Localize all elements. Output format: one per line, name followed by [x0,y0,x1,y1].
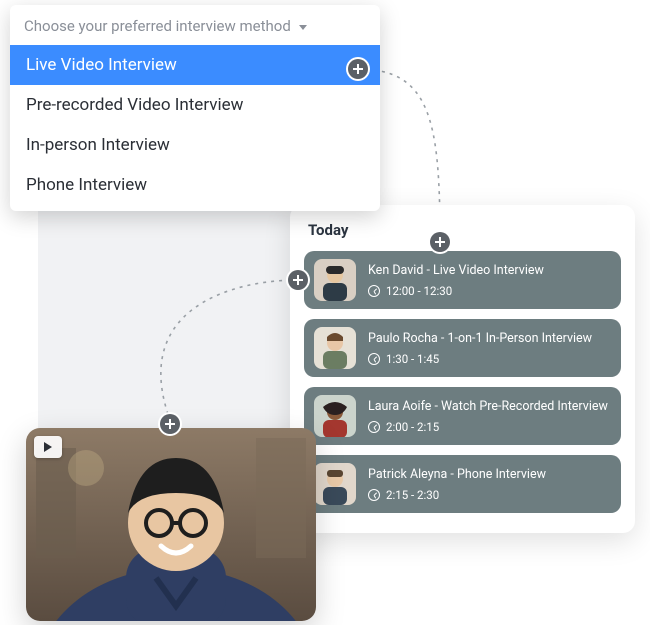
schedule-row-time: 12:00 - 12:30 [386,284,452,298]
schedule-row[interactable]: Laura Aoife - Watch Pre-Recorded Intervi… [304,387,621,445]
schedule-row-title: Laura Aoife - Watch Pre-Recorded Intervi… [368,399,608,414]
video-thumbnail [26,428,316,621]
play-icon [34,436,62,458]
interview-method-dropdown[interactable]: Choose your preferred interview method L… [10,5,380,211]
plus-node-icon [430,232,450,252]
clock-icon [368,353,380,365]
avatar [314,463,356,505]
schedule-heading: Today [308,221,617,239]
schedule-row[interactable]: Ken David - Live Video Interview 12:00 -… [304,251,621,309]
plus-node-icon [160,414,180,434]
chevron-down-icon [299,25,307,30]
schedule-card: Today Ken David - Live Video Interview 1… [290,205,635,533]
clock-icon [368,489,380,501]
schedule-row[interactable]: Paulo Rocha - 1-on-1 In-Person Interview… [304,319,621,377]
dropdown-placeholder: Choose your preferred interview method [24,17,291,35]
avatar [314,327,356,369]
avatar [314,259,356,301]
dropdown-item-label: Phone Interview [26,175,147,195]
dropdown-item-live-video[interactable]: Live Video Interview [10,45,380,85]
schedule-row-title: Ken David - Live Video Interview [368,263,544,278]
schedule-row-time: 2:00 - 2:15 [386,420,439,434]
dropdown-item-label: In-person Interview [26,135,170,155]
schedule-row-title: Patrick Aleyna - Phone Interview [368,467,546,482]
dropdown-item-phone[interactable]: Phone Interview [10,165,380,205]
dropdown-item-pre-recorded[interactable]: Pre-recorded Video Interview [10,85,380,125]
dropdown-toggle[interactable]: Choose your preferred interview method [10,5,380,45]
schedule-row-title: Paulo Rocha - 1-on-1 In-Person Interview [368,331,592,346]
clock-icon [368,421,380,433]
schedule-row-time: 1:30 - 1:45 [386,352,439,366]
schedule-row-time: 2:15 - 2:30 [386,488,439,502]
dropdown-item-label: Live Video Interview [26,55,177,75]
dropdown-item-label: Pre-recorded Video Interview [26,95,243,115]
schedule-row[interactable]: Patrick Aleyna - Phone Interview 2:15 - … [304,455,621,513]
clock-icon [368,285,380,297]
dropdown-item-in-person[interactable]: In-person Interview [10,125,380,165]
plus-node-icon [348,59,368,79]
avatar [314,395,356,437]
plus-node-icon [288,270,308,290]
video-preview-card[interactable] [26,428,316,621]
